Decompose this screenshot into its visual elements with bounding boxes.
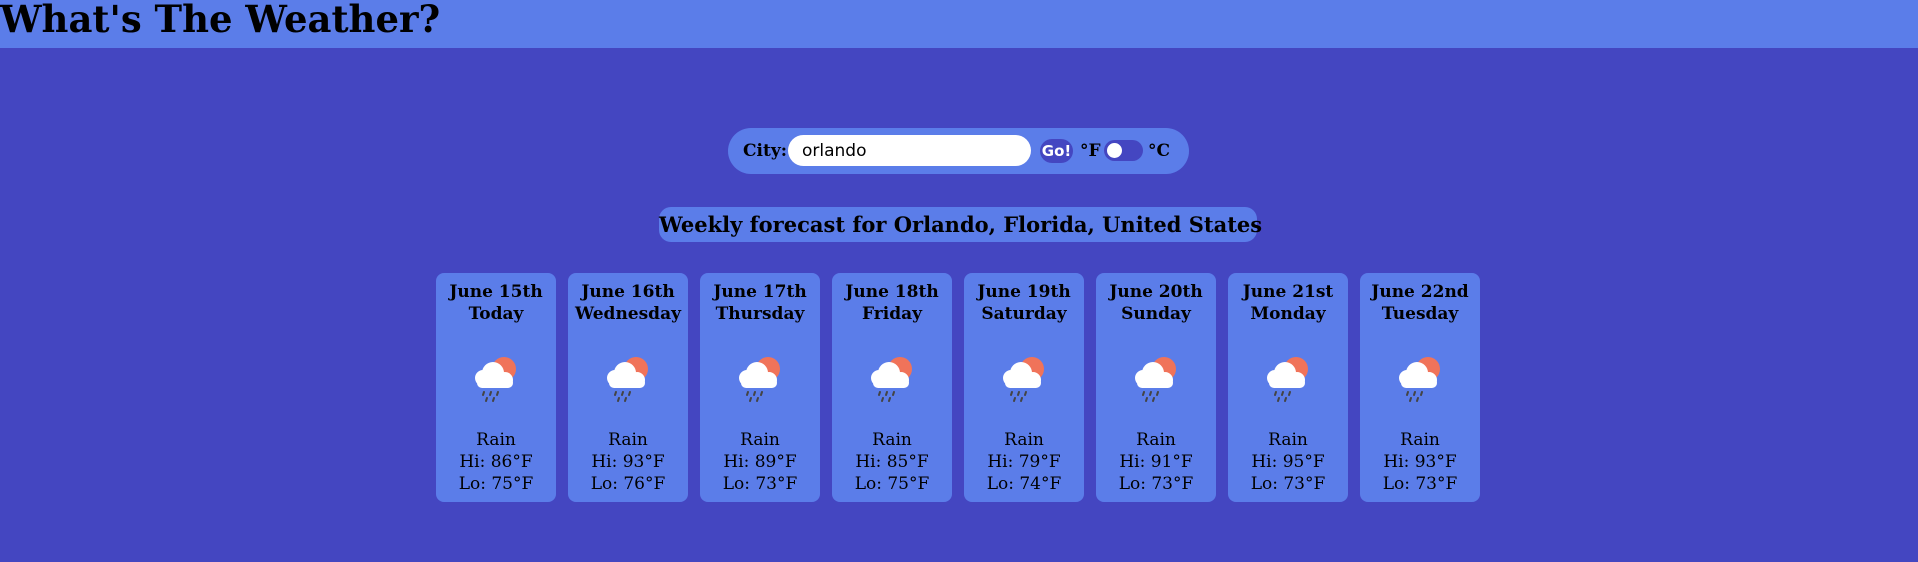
card-day: Saturday [981, 304, 1067, 324]
card-low: Lo: 73°F [1382, 474, 1458, 494]
card-high: Hi: 93°F [1383, 452, 1457, 472]
rain-cloud-sun-icon [474, 356, 517, 402]
card-condition: Rain [1004, 430, 1044, 450]
card-condition: Rain [1400, 430, 1440, 450]
card-low: Lo: 76°F [590, 474, 666, 494]
card-low: Lo: 74°F [986, 474, 1062, 494]
card-condition: Rain [872, 430, 912, 450]
search-bar: City: Go! °F °C [728, 128, 1189, 174]
card-high: Hi: 91°F [1119, 452, 1193, 472]
city-input[interactable] [788, 135, 1031, 166]
card-condition: Rain [740, 430, 780, 450]
forecast-title: Weekly forecast for Orlando, Florida, Un… [659, 207, 1262, 242]
card-high: Hi: 85°F [855, 452, 929, 472]
rain-cloud-sun-icon [1134, 356, 1177, 402]
card-day: Tuesday [1381, 304, 1459, 324]
rain-cloud-sun-icon [738, 356, 781, 402]
fahrenheit-label: °F [1080, 141, 1101, 161]
city-label: City: [743, 141, 787, 161]
card-day: Friday [862, 304, 922, 324]
card-day: Wednesday [575, 304, 681, 324]
card-low: Lo: 75°F [854, 474, 930, 494]
card-high: Hi: 93°F [591, 452, 665, 472]
go-button[interactable]: Go! [1040, 139, 1073, 163]
card-day: Monday [1250, 304, 1326, 324]
forecast-card: June 15th Today Rain Hi: 86°F Lo: 75°F [436, 273, 556, 502]
celsius-label: °C [1148, 141, 1171, 161]
card-date: June 17th [713, 282, 807, 302]
card-date: June 22nd [1371, 282, 1469, 302]
card-condition: Rain [608, 430, 648, 450]
card-day: Sunday [1121, 304, 1191, 324]
card-low: Lo: 73°F [1118, 474, 1194, 494]
card-condition: Rain [476, 430, 516, 450]
card-date: June 20th [1109, 282, 1203, 302]
card-condition: Rain [1268, 430, 1308, 450]
rain-cloud-sun-icon [1002, 356, 1045, 402]
card-high: Hi: 86°F [459, 452, 533, 472]
card-date: June 19th [977, 282, 1071, 302]
card-low: Lo: 73°F [1250, 474, 1326, 494]
card-date: June 16th [581, 282, 675, 302]
rain-cloud-sun-icon [1266, 356, 1309, 402]
card-high: Hi: 89°F [723, 452, 797, 472]
header-bar: What's The Weather? [0, 0, 1918, 48]
unit-toggle[interactable] [1104, 140, 1143, 161]
rain-cloud-sun-icon [870, 356, 913, 402]
card-condition: Rain [1136, 430, 1176, 450]
card-date: June 21st [1242, 282, 1334, 302]
forecast-card: June 21st Monday Rain Hi: 95°F Lo: 73°F [1228, 273, 1348, 502]
card-date: June 18th [845, 282, 939, 302]
card-day: Thursday [715, 304, 805, 324]
card-day: Today [468, 304, 524, 324]
toggle-knob [1107, 143, 1122, 158]
rain-cloud-sun-icon [1398, 356, 1441, 402]
card-low: Lo: 73°F [722, 474, 798, 494]
forecast-card: June 20th Sunday Rain Hi: 91°F Lo: 73°F [1096, 273, 1216, 502]
card-low: Lo: 75°F [458, 474, 534, 494]
card-high: Hi: 95°F [1251, 452, 1325, 472]
rain-cloud-sun-icon [606, 356, 649, 402]
forecast-card: June 16th Wednesday Rain Hi: 93°F Lo: 76… [568, 273, 688, 502]
forecast-card: June 17th Thursday Rain Hi: 89°F Lo: 73°… [700, 273, 820, 502]
app-title: What's The Weather? [0, 0, 441, 41]
card-date: June 15th [449, 282, 543, 302]
forecast-card: June 19th Saturday Rain Hi: 79°F Lo: 74°… [964, 273, 1084, 502]
forecast-card: June 18th Friday Rain Hi: 85°F Lo: 75°F [832, 273, 952, 502]
forecast-card: June 22nd Tuesday Rain Hi: 93°F Lo: 73°F [1360, 273, 1480, 502]
card-high: Hi: 79°F [987, 452, 1061, 472]
